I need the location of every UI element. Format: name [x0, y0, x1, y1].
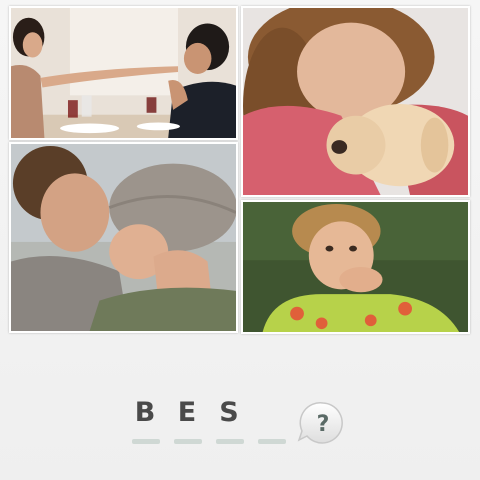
answer-slot-3[interactable]: S	[214, 397, 244, 447]
answer-letter: B	[134, 397, 156, 428]
picture-tile-1	[9, 6, 238, 140]
couple-forehead-kiss-image	[11, 144, 236, 331]
picture-tile-4	[241, 200, 470, 334]
hint-button[interactable]: ?	[297, 400, 347, 446]
hint-label: ?	[317, 412, 330, 437]
slot-underline	[258, 439, 286, 444]
answer-slots: B E S	[130, 397, 300, 447]
answer-slot-2[interactable]: E	[172, 397, 202, 447]
girl-blowing-kiss-image	[243, 202, 468, 332]
answer-letter: S	[219, 397, 239, 428]
picture-grid	[0, 0, 480, 345]
picture-tile-3	[9, 142, 238, 333]
girl-with-puppy-image	[243, 8, 468, 195]
slot-underline	[216, 439, 244, 444]
answer-letter: E	[177, 397, 197, 428]
answer-slot-1[interactable]: B	[130, 397, 160, 447]
picture-tile-2	[241, 6, 470, 197]
slot-underline	[132, 439, 160, 444]
answer-slot-4[interactable]	[256, 397, 286, 447]
slot-underline	[174, 439, 202, 444]
speech-bubble-question-icon: ?	[297, 402, 343, 444]
couple-dinner-image	[11, 8, 236, 138]
